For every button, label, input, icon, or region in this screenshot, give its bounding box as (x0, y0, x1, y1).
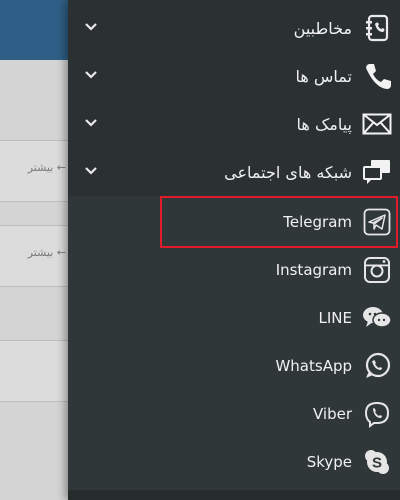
menu-item-sms[interactable]: پیامک ها (68, 100, 400, 148)
content-card[interactable]: بیشتر ← (0, 140, 70, 202)
menu-item-label: Skype (306, 453, 352, 471)
menu-item-label: WhatsApp (275, 357, 352, 375)
chevron-down-icon[interactable] (84, 68, 98, 82)
more-link[interactable]: بیشتر ← (28, 161, 66, 174)
chat-bubbles-icon (362, 157, 392, 187)
menu-item-calls[interactable]: تماس ها (68, 52, 400, 100)
menu-item-label: Viber (312, 405, 352, 423)
menu-item-contacts[interactable]: مخاطبین (68, 4, 400, 52)
telegram-highlight-frame (160, 196, 398, 248)
instagram-icon (362, 255, 392, 285)
skype-icon: S (362, 447, 392, 477)
line-icon (362, 303, 392, 333)
submenu-item-whatsapp[interactable]: WhatsApp (68, 342, 400, 390)
svg-text:S: S (372, 455, 382, 472)
menu-item-label: تماس ها (295, 66, 352, 86)
phone-icon (362, 61, 392, 91)
submenu-item-line[interactable]: LINE (68, 294, 400, 342)
drawer-footer (68, 490, 400, 500)
contacts-book-icon (362, 13, 392, 43)
viber-icon (362, 399, 392, 429)
submenu-item-viber[interactable]: Viber (68, 390, 400, 438)
menu-item-label: Instagram (275, 261, 352, 279)
app-header (0, 0, 70, 60)
menu-item-label: مخاطبین (293, 18, 352, 38)
content-card[interactable]: بیشتر ← (0, 225, 70, 287)
chevron-down-icon[interactable] (84, 164, 98, 178)
more-link[interactable]: بیشتر ← (28, 246, 66, 259)
submenu-item-instagram[interactable]: Instagram (68, 246, 400, 294)
chevron-down-icon[interactable] (84, 20, 98, 34)
submenu-item-skype[interactable]: Skype S (68, 438, 400, 486)
menu-item-label: شبکه های اجتماعی (224, 162, 352, 182)
menu-item-social-networks[interactable]: شبکه های اجتماعی (68, 148, 400, 196)
chevron-down-icon[interactable] (84, 116, 98, 130)
whatsapp-icon (362, 351, 392, 381)
menu-item-label: پیامک ها (296, 114, 352, 134)
menu-item-label: LINE (318, 309, 352, 327)
content-card[interactable] (0, 340, 70, 402)
navigation-drawer: مخاطبین تماس ها پیامک ها شبکه های اجتماع… (68, 0, 400, 500)
envelope-icon (362, 109, 392, 139)
